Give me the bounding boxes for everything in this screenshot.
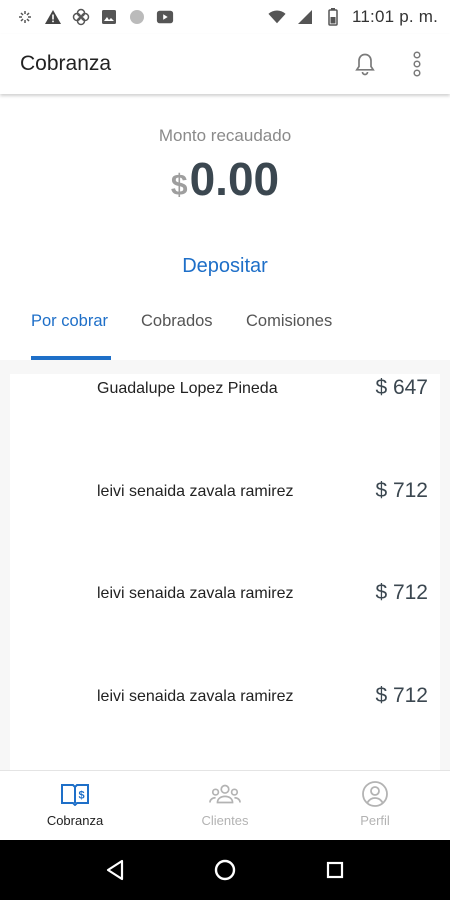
home-icon[interactable]	[205, 850, 245, 890]
list-item[interactable]: leivi senaida zavala ramirez $ 712	[10, 579, 440, 639]
bell-icon[interactable]	[352, 49, 378, 79]
status-time: 11:01 p. m.	[352, 7, 438, 26]
tab-por-cobrar[interactable]: Por cobrar	[31, 312, 108, 331]
list-item[interactable]: leivi senaida zavala ramirez $ 712	[10, 477, 440, 537]
app-bar-actions	[352, 49, 430, 79]
amount-due: $ 647	[375, 376, 428, 399]
nav-item-perfil[interactable]: Perfil	[300, 771, 450, 840]
page-title: Cobranza	[20, 52, 112, 75]
client-name: Guadalupe Lopez Pineda	[97, 380, 278, 397]
list-item[interactable]: leivi senaida zavala ramirez $ 712	[10, 682, 440, 742]
nav-label: Clientes	[201, 813, 249, 828]
svg-text:$: $	[78, 790, 84, 802]
status-bar: 11:01 p. m.	[0, 0, 450, 34]
list-card: Guadalupe Lopez Pineda $ 647 leivi senai…	[10, 374, 440, 770]
nav-item-cobranza[interactable]: $ Cobranza	[0, 771, 150, 840]
tab-cobrados[interactable]: Cobrados	[141, 312, 213, 331]
currency-symbol: $	[170, 169, 188, 202]
amount-due: $ 712	[375, 479, 428, 502]
recents-icon[interactable]	[315, 850, 355, 890]
nav-item-clientes[interactable]: Clientes	[150, 771, 300, 840]
client-name: leivi senaida zavala ramirez	[97, 483, 294, 500]
amount-collected-label: Monto recaudado	[158, 126, 292, 145]
pinwheel-icon	[72, 8, 90, 26]
amount-value: 0.00	[189, 153, 280, 205]
warning-icon	[44, 8, 62, 26]
more-vert-icon[interactable]	[404, 49, 430, 79]
bottom-navigation: $ Cobranza Clientes Perfil	[0, 770, 450, 840]
circle-icon	[128, 8, 146, 26]
cobranza-icon: $	[59, 779, 91, 809]
status-notifications	[16, 8, 174, 26]
image-icon	[100, 8, 118, 26]
client-name: leivi senaida zavala ramirez	[97, 688, 294, 705]
system-navigation-bar	[0, 840, 450, 900]
battery-icon	[324, 8, 342, 26]
amount-due: $ 712	[375, 684, 428, 707]
collection-summary: Monto recaudado $ 0.00 Depositar Por cob…	[0, 94, 450, 360]
amount-collected: $ 0.00	[0, 152, 450, 206]
nav-label: Perfil	[360, 813, 390, 828]
app-bar: Cobranza	[0, 34, 450, 94]
wifi-icon	[268, 8, 286, 26]
tab-comisiones[interactable]: Comisiones	[246, 312, 332, 331]
sync-icon	[16, 8, 34, 26]
back-icon[interactable]	[95, 850, 135, 890]
signal-icon	[296, 8, 314, 26]
nav-label: Cobranza	[46, 813, 104, 828]
status-system: 11:01 p. m.	[268, 7, 438, 27]
list-item[interactable]: Guadalupe Lopez Pineda $ 647	[10, 374, 440, 434]
collections-list: Guadalupe Lopez Pineda $ 647 leivi senai…	[0, 360, 450, 770]
client-name: leivi senaida zavala ramirez	[97, 585, 294, 602]
deposit-button[interactable]: Depositar	[150, 250, 300, 282]
amount-due: $ 712	[375, 581, 428, 604]
youtube-icon	[156, 8, 174, 26]
profile-icon	[359, 779, 391, 809]
tab-bar: Por cobrar Cobrados Comisiones	[0, 300, 450, 360]
clients-icon	[209, 779, 241, 809]
